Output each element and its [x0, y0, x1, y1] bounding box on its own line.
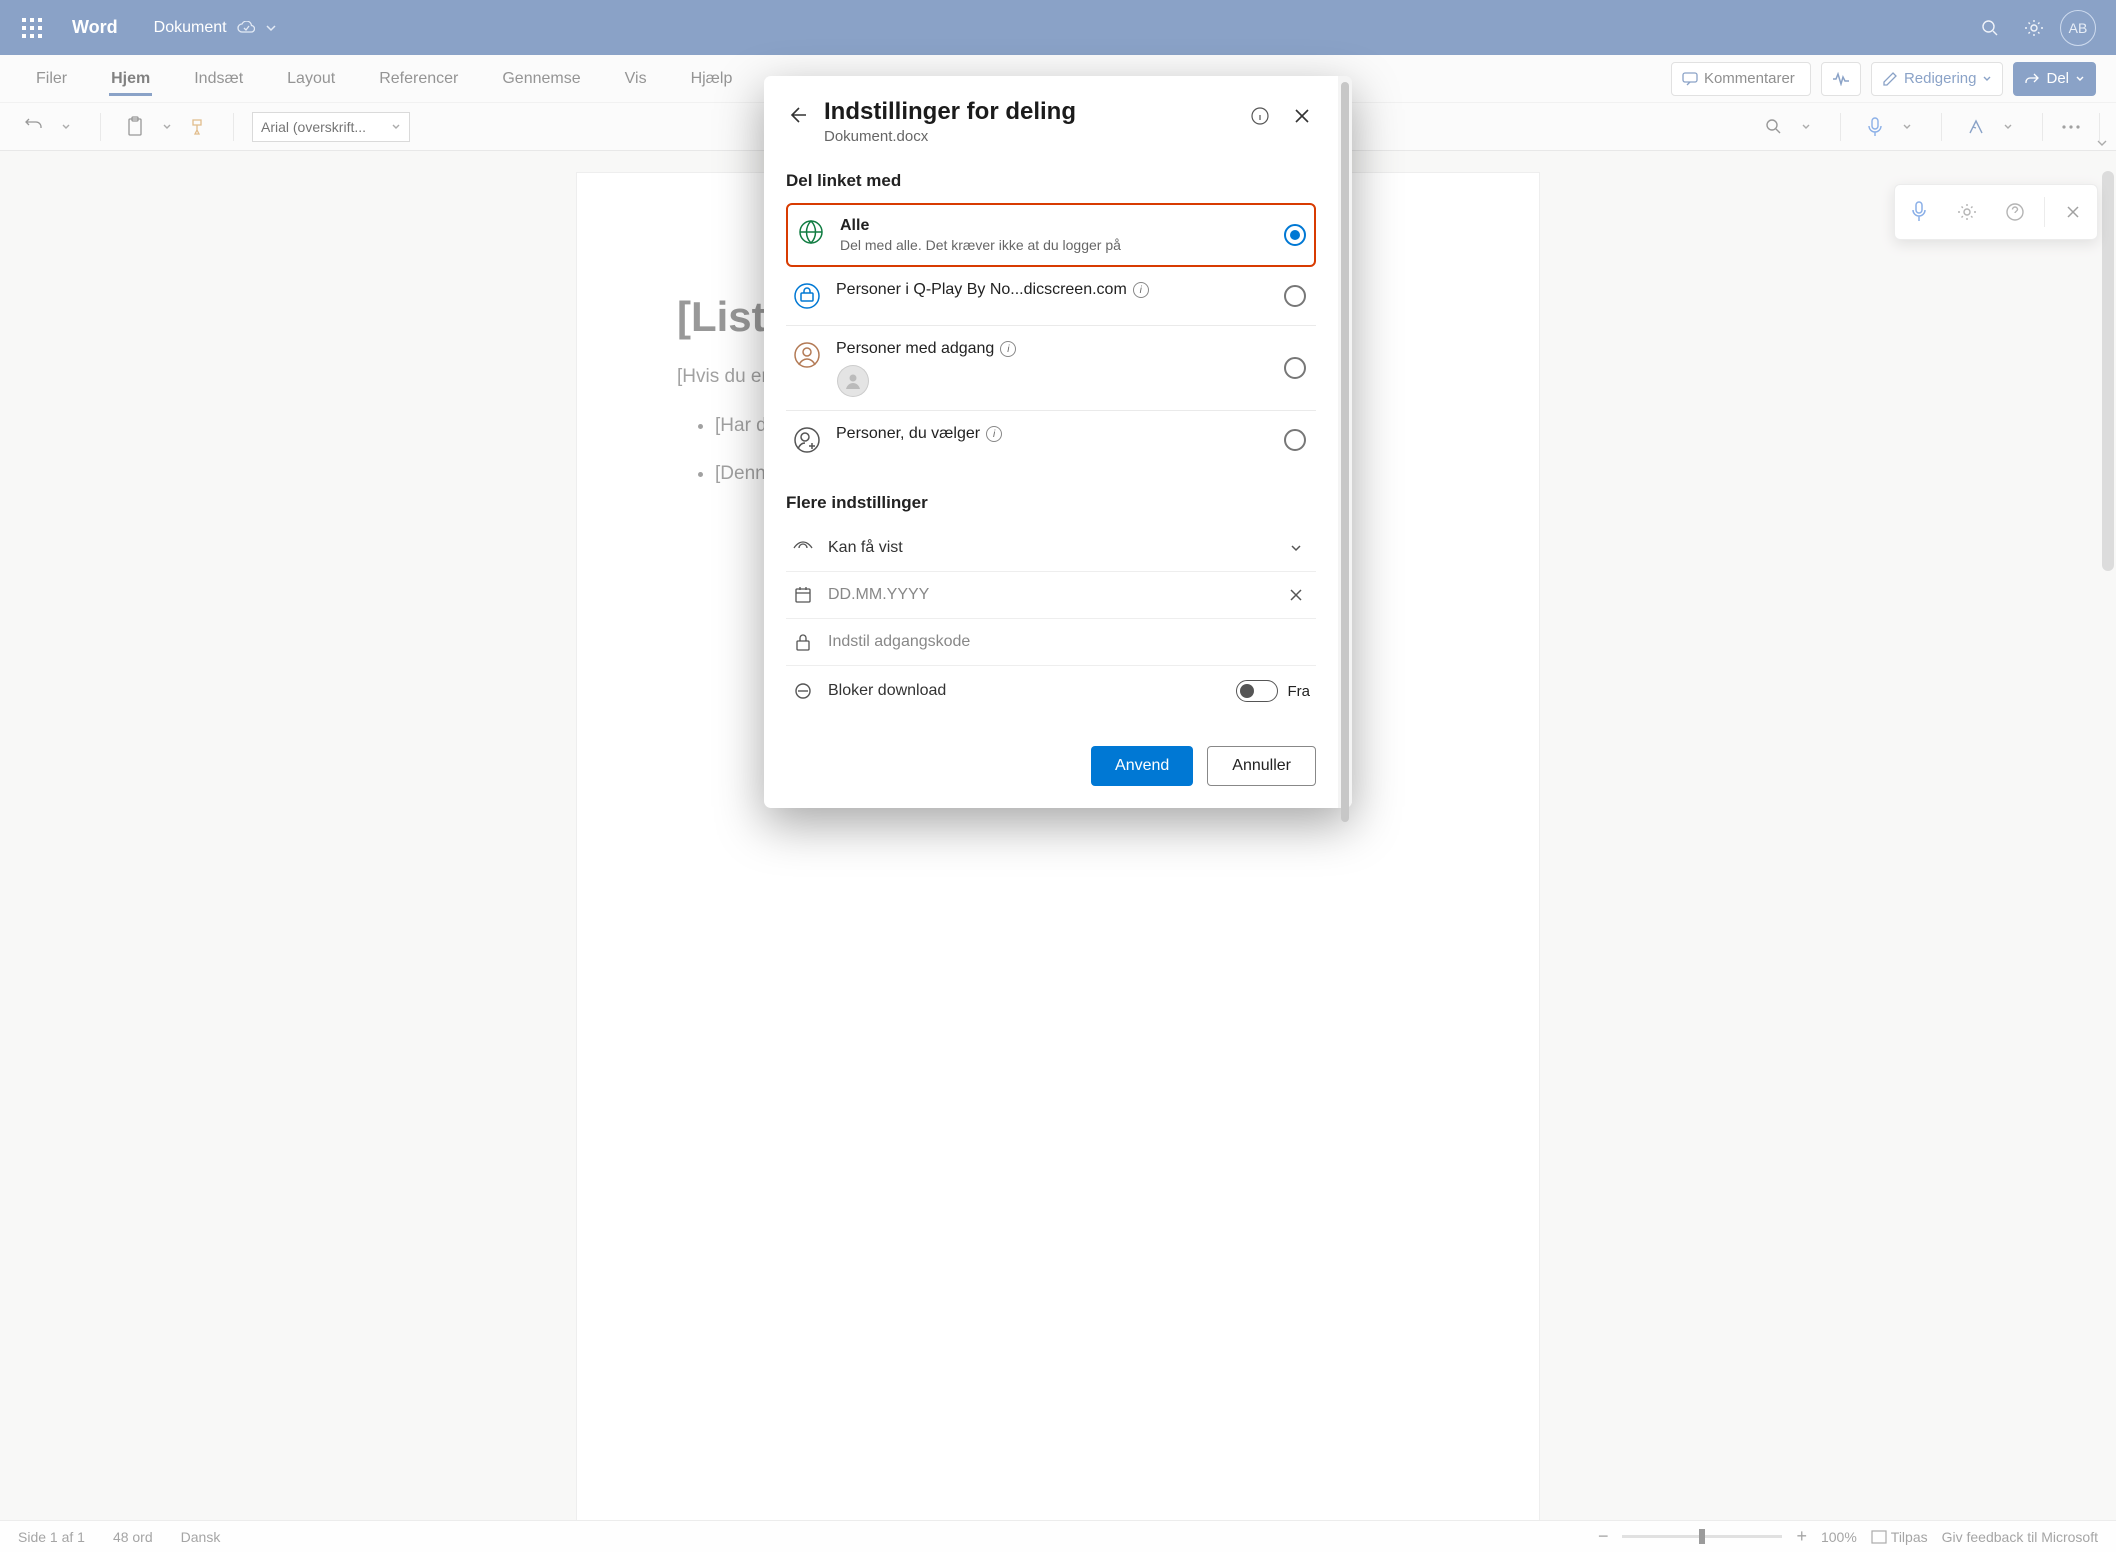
expiry-placeholder: DD.MM.YYYY	[828, 586, 1268, 604]
radio-selected[interactable]	[1284, 224, 1306, 246]
modal-close-button[interactable]	[1288, 102, 1316, 130]
password-placeholder: Indstil adgangskode	[828, 633, 1310, 651]
option-title: Personer, du vælger i	[836, 425, 1270, 443]
clear-date-button[interactable]	[1282, 588, 1310, 602]
modal-subtitle: Dokument.docx	[824, 128, 1232, 145]
option-description: Del med alle. Det kræver ikke at du logg…	[840, 237, 1270, 253]
eye-icon	[792, 541, 814, 555]
info-icon[interactable]: i	[1000, 341, 1016, 357]
info-icon[interactable]: i	[1133, 282, 1149, 298]
modal-scrollbar[interactable]	[1338, 76, 1352, 808]
radio-unselected[interactable]	[1284, 429, 1306, 451]
block-download-label: Bloker download	[828, 682, 1222, 700]
toggle-state-label: Fra	[1288, 683, 1311, 700]
sharing-settings-dialog: Indstillinger for deling Dokument.docx D…	[764, 76, 1352, 808]
permission-value: Kan få vist	[828, 539, 1268, 557]
share-with-label: Del linket med	[786, 171, 1316, 191]
password-input[interactable]: Indstil adgangskode	[786, 619, 1316, 666]
option-title: Alle	[840, 217, 1270, 235]
back-button[interactable]	[786, 104, 810, 128]
modal-overlay: Indstillinger for deling Dokument.docx D…	[0, 0, 2116, 1552]
share-option-specific[interactable]: Personer, du vælger i	[786, 411, 1316, 469]
block-icon	[792, 682, 814, 700]
share-option-anyone[interactable]: Alle Del med alle. Det kræver ikke at du…	[786, 203, 1316, 267]
cancel-button[interactable]: Annuller	[1207, 746, 1316, 786]
globe-icon	[796, 217, 826, 247]
radio-unselected[interactable]	[1284, 285, 1306, 307]
block-download-row: Bloker download Fra	[786, 666, 1316, 716]
info-icon[interactable]: i	[986, 426, 1002, 442]
radio-unselected[interactable]	[1284, 357, 1306, 379]
option-title: Personer med adgang i	[836, 340, 1270, 358]
chevron-down-icon	[1282, 541, 1310, 555]
option-title: Personer i Q-Play By No...dicscreen.com …	[836, 281, 1270, 299]
modal-scrollbar-thumb[interactable]	[1341, 82, 1349, 822]
permission-dropdown[interactable]: Kan få vist	[786, 525, 1316, 572]
expiry-date-input[interactable]: DD.MM.YYYY	[786, 572, 1316, 619]
more-settings-label: Flere indstillinger	[786, 493, 1316, 513]
modal-title: Indstillinger for deling	[824, 98, 1232, 126]
modal-info-icon[interactable]	[1246, 102, 1274, 130]
briefcase-icon	[792, 281, 822, 311]
existing-person-avatar	[838, 366, 868, 396]
apply-button[interactable]: Anvend	[1091, 746, 1193, 786]
share-option-org[interactable]: Personer i Q-Play By No...dicscreen.com …	[786, 267, 1316, 326]
calendar-icon	[792, 586, 814, 604]
person-plus-icon	[792, 425, 822, 455]
share-option-existing[interactable]: Personer med adgang i	[786, 326, 1316, 411]
lock-icon	[792, 633, 814, 651]
block-download-toggle[interactable]	[1236, 680, 1278, 702]
person-circle-icon	[792, 340, 822, 370]
